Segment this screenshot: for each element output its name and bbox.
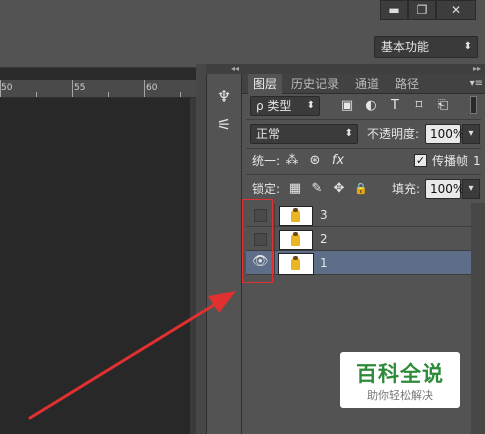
document-canvas[interactable] xyxy=(0,98,196,434)
ruler-label: 50 xyxy=(1,83,13,93)
minimize-button[interactable]: ▬ xyxy=(380,0,408,20)
ruler-tick xyxy=(72,80,73,97)
layer-thumbnail xyxy=(279,206,313,226)
ruler-tick xyxy=(180,92,181,97)
horizontal-ruler: 50 55 60 xyxy=(0,80,196,98)
pixel-filter-icon[interactable]: ▣ xyxy=(338,97,356,115)
layers-scrollbar[interactable] xyxy=(471,203,485,434)
lock-all-icon[interactable]: 🔒 xyxy=(352,180,370,198)
dock-divider[interactable] xyxy=(196,64,206,434)
unify-label: 统一: xyxy=(252,154,281,168)
brush-presets-icon[interactable]: ♆ xyxy=(212,86,236,108)
layer-row-2[interactable]: 2 xyxy=(246,227,471,251)
frame-number: 1 xyxy=(473,154,481,168)
lock-transparency-icon[interactable]: ▦ xyxy=(286,180,304,198)
opacity-label: 不透明度: xyxy=(367,127,420,141)
layer-name[interactable]: 3 xyxy=(320,203,328,227)
thumbnail-figure-head xyxy=(293,232,298,236)
adjustment-filter-icon[interactable]: ◐ xyxy=(362,97,380,115)
layer-name[interactable]: 2 xyxy=(320,227,328,251)
ruler-tick xyxy=(36,92,37,97)
fill-dropdown-button[interactable]: ▾ xyxy=(462,179,480,199)
opacity-input[interactable]: 100% xyxy=(425,124,464,144)
filter-value: ρ 类型 xyxy=(256,99,292,113)
ruler-tick xyxy=(0,80,1,97)
annotation-highlight-box xyxy=(242,199,273,283)
layer-thumbnail xyxy=(279,230,313,250)
propagate-frame-checkbox[interactable]: ✓ xyxy=(414,154,427,167)
unify-position-icon[interactable]: ⁂ xyxy=(283,152,301,170)
layer-row-3[interactable]: 3 xyxy=(246,203,471,227)
tab-paths[interactable]: 路径 xyxy=(390,74,424,94)
divider xyxy=(246,119,481,120)
maximize-button[interactable]: ❐ xyxy=(408,0,436,20)
tab-channels[interactable]: 通道 xyxy=(350,74,384,94)
layer-thumbnail xyxy=(278,253,314,275)
divider xyxy=(246,148,481,149)
thumbnail-figure-head xyxy=(293,208,298,212)
fill-input[interactable]: 100% xyxy=(425,179,464,199)
workspace-select[interactable]: 基本功能 ⬍ xyxy=(374,36,478,58)
close-button[interactable]: ✕ xyxy=(436,0,476,20)
clone-source-icon[interactable]: ⚟ xyxy=(212,114,236,136)
opacity-dropdown-button[interactable]: ▾ xyxy=(462,124,480,144)
layer-filter-select[interactable]: ρ 类型 ⬍ xyxy=(250,96,320,116)
unify-style-icon[interactable]: fx xyxy=(329,152,347,170)
watermark-logo: 百科全说 助你轻松解决 xyxy=(340,352,460,408)
divider xyxy=(246,174,481,175)
shape-filter-icon[interactable]: ⌑ xyxy=(410,97,428,115)
fill-label: 填充: xyxy=(392,182,421,196)
workspace-arrow-icon: ⬍ xyxy=(463,41,472,52)
lock-position-icon[interactable]: ✥ xyxy=(330,180,348,198)
lock-label: 锁定: xyxy=(252,182,281,196)
panel-tabs: 图层 历史记录 通道 路径 ▾≡ xyxy=(242,74,485,94)
filter-arrow-icon: ⬍ xyxy=(306,100,315,111)
blend-arrow-icon: ⬍ xyxy=(344,128,353,139)
smart-object-filter-icon[interactable]: ⎗ xyxy=(434,97,452,115)
ruler-label: 60 xyxy=(146,83,158,93)
thumbnail-figure-head xyxy=(293,256,298,260)
blend-mode-value: 正常 xyxy=(256,127,281,141)
tab-history[interactable]: 历史记录 xyxy=(286,74,344,94)
blend-mode-select[interactable]: 正常 ⬍ xyxy=(250,124,358,144)
lock-pixels-icon[interactable]: ✎ xyxy=(308,180,326,198)
tab-layers[interactable]: 图层 xyxy=(248,74,282,94)
layer-row-1[interactable]: 👁 1 xyxy=(246,251,471,275)
propagate-frame-label: 传播帧 xyxy=(432,154,469,168)
panel-collapse-icon[interactable]: ▸▸ xyxy=(242,64,485,74)
ruler-tick xyxy=(144,80,145,97)
panel-menu-icon[interactable]: ▾≡ xyxy=(470,74,483,94)
type-filter-icon[interactable]: T xyxy=(386,97,404,115)
layer-name[interactable]: 1 xyxy=(320,251,328,275)
watermark-title: 百科全说 xyxy=(356,362,444,386)
watermark-subtitle: 助你轻松解决 xyxy=(367,389,433,402)
unify-visibility-icon[interactable]: ⊛ xyxy=(306,152,324,170)
ruler-tick xyxy=(108,92,109,97)
ruler-label: 55 xyxy=(74,83,86,93)
workspace-value: 基本功能 xyxy=(381,40,430,54)
filter-toggle[interactable] xyxy=(470,96,477,114)
dock-collapse-icon[interactable]: ◂◂ xyxy=(206,64,242,74)
